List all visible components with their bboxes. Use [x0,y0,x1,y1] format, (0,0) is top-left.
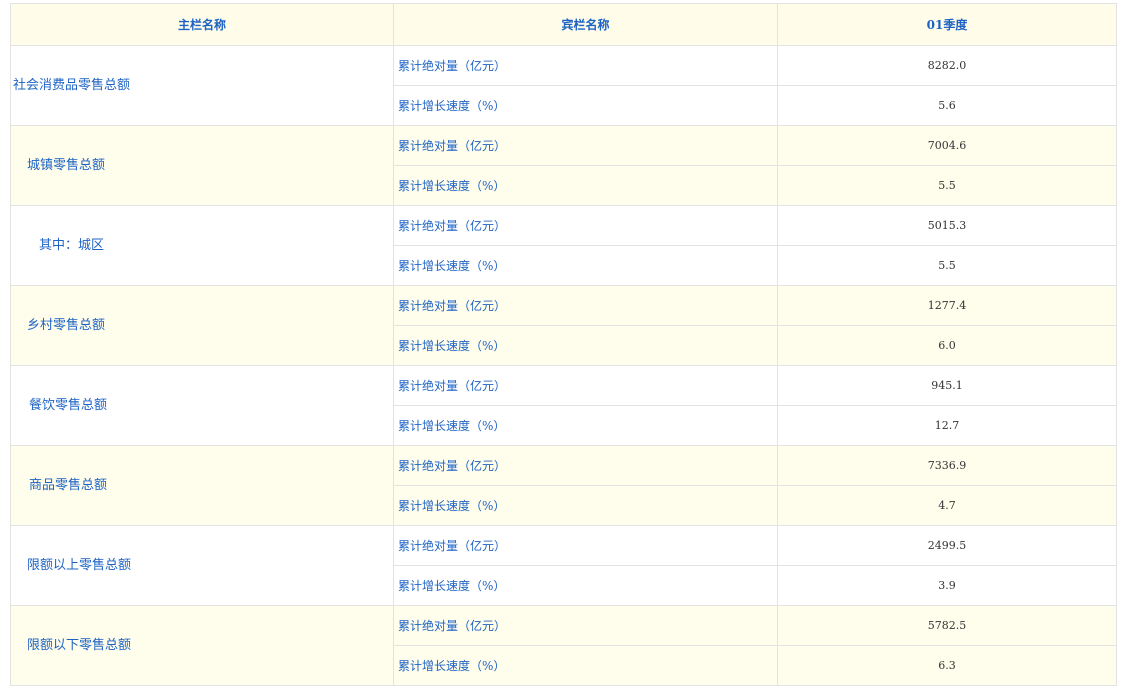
header-row: 主栏名称 宾栏名称 01季度 [10,3,1117,46]
metric-value: 2499.5 [777,525,1117,566]
metric-value: 5782.5 [777,605,1117,646]
table-row: 其中：城区 累计绝对量（亿元） 5015.3 [10,205,1117,286]
metric-value: 3.9 [777,565,1117,606]
metric-link[interactable]: 累计绝对量（亿元） [393,285,778,326]
metric-value: 7336.9 [777,445,1117,486]
table-header: 主栏名称 宾栏名称 01季度 [10,3,1117,46]
retail-sales-table-container: 主栏名称 宾栏名称 01季度 社会消费品零售总额 累计绝对量（亿元） 8282.0 累… [10,3,1117,686]
main-category-link[interactable]: 其中：城区 [10,205,394,286]
main-category-link[interactable]: 限额以下零售总额 [10,605,394,686]
main-category-link[interactable]: 商品零售总额 [10,445,394,526]
metric-value: 8282.0 [777,45,1117,86]
metric-link[interactable]: 累计增长速度（%） [393,325,778,366]
table-row: 限额以上零售总额 累计绝对量（亿元） 2499.5 [10,525,1117,606]
retail-sales-table: 主栏名称 宾栏名称 01季度 社会消费品零售总额 累计绝对量（亿元） 8282.0 累… [10,3,1117,686]
metric-link[interactable]: 累计绝对量（亿元） [393,525,778,566]
main-category-link[interactable]: 乡村零售总额 [10,285,394,366]
table-row: 乡村零售总额 累计绝对量（亿元） 1277.4 [10,285,1117,366]
metric-link[interactable]: 累计绝对量（亿元） [393,445,778,486]
metric-link[interactable]: 累计绝对量（亿元） [393,125,778,166]
table-body: 社会消费品零售总额 累计绝对量（亿元） 8282.0 累计增长速度（%） 5.6 城镇零售… [10,45,1117,686]
metric-link[interactable]: 累计增长速度（%） [393,245,778,286]
header-main-name[interactable]: 主栏名称 [10,3,394,46]
header-period[interactable]: 01季度 [777,3,1117,46]
table-row: 社会消费品零售总额 累计绝对量（亿元） 8282.0 [10,45,1117,126]
main-category-link[interactable]: 限额以上零售总额 [10,525,394,606]
metric-value: 5.5 [777,245,1117,286]
table-row: 餐饮零售总额 累计绝对量（亿元） 945.1 [10,365,1117,446]
metric-value: 7004.6 [777,125,1117,166]
metric-link[interactable]: 累计绝对量（亿元） [393,365,778,406]
main-category-link[interactable]: 城镇零售总额 [10,125,394,206]
metric-value: 6.3 [777,645,1117,686]
metric-link[interactable]: 累计绝对量（亿元） [393,205,778,246]
header-guest-name[interactable]: 宾栏名称 [393,3,778,46]
table-row: 限额以下零售总额 累计绝对量（亿元） 5782.5 [10,605,1117,686]
metric-value: 6.0 [777,325,1117,366]
metric-value: 945.1 [777,365,1117,406]
metric-link[interactable]: 累计增长速度（%） [393,85,778,126]
metric-value: 5.5 [777,165,1117,206]
metric-link[interactable]: 累计增长速度（%） [393,165,778,206]
metric-value: 5015.3 [777,205,1117,246]
metric-link[interactable]: 累计增长速度（%） [393,405,778,446]
metric-link[interactable]: 累计增长速度（%） [393,485,778,526]
metric-value: 1277.4 [777,285,1117,326]
metric-value: 5.6 [777,85,1117,126]
table-row: 商品零售总额 累计绝对量（亿元） 7336.9 [10,445,1117,526]
metric-value: 12.7 [777,405,1117,446]
metric-link[interactable]: 累计增长速度（%） [393,645,778,686]
metric-link[interactable]: 累计绝对量（亿元） [393,45,778,86]
main-category-link[interactable]: 社会消费品零售总额 [10,45,394,126]
metric-link[interactable]: 累计增长速度（%） [393,565,778,606]
metric-value: 4.7 [777,485,1117,526]
main-category-link[interactable]: 餐饮零售总额 [10,365,394,446]
metric-link[interactable]: 累计绝对量（亿元） [393,605,778,646]
table-row: 城镇零售总额 累计绝对量（亿元） 7004.6 [10,125,1117,206]
